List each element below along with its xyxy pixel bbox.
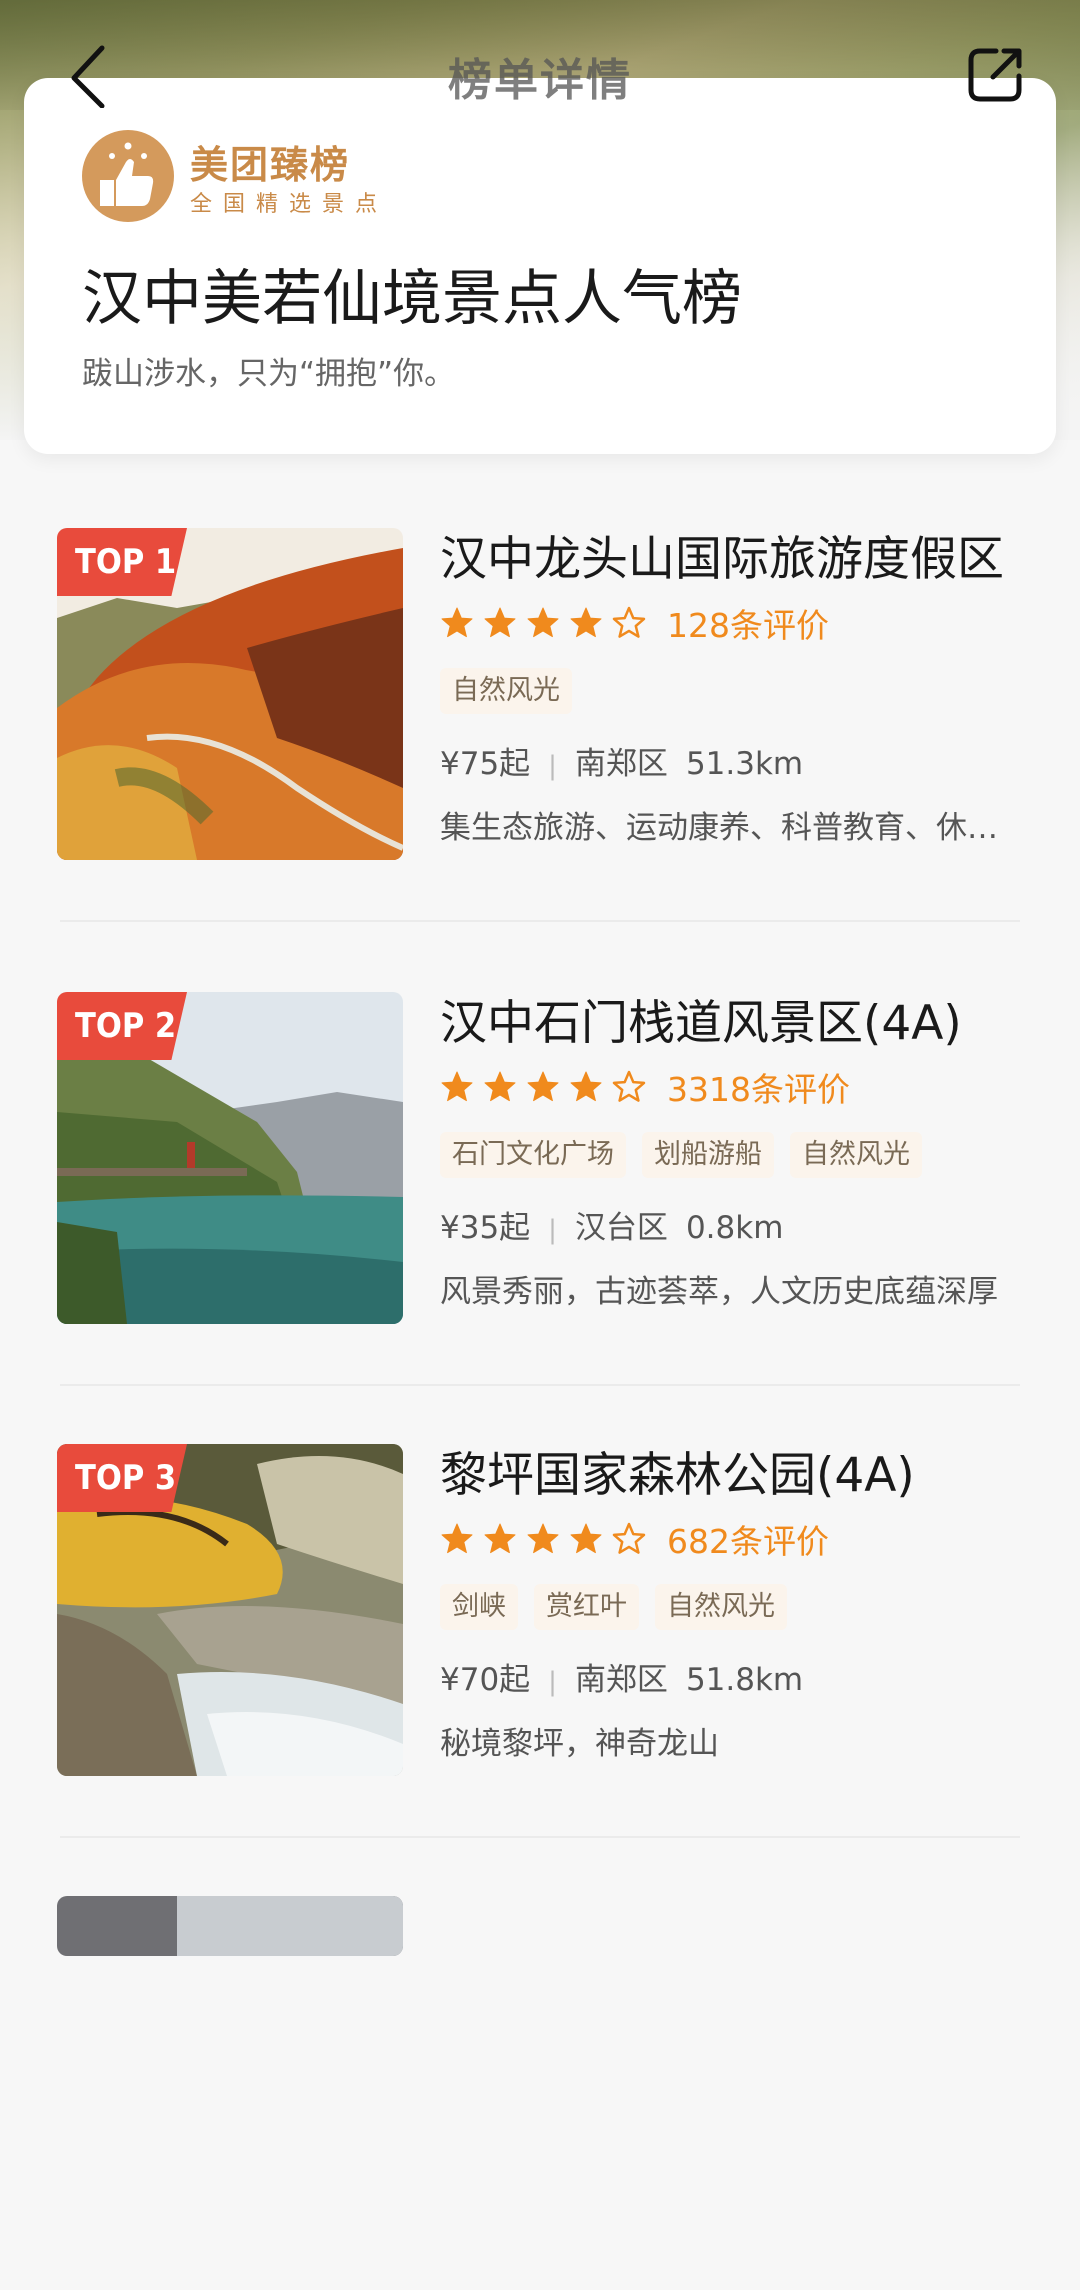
separator: | (548, 1667, 557, 1697)
star-filled-icon (441, 1523, 473, 1554)
tag: 自然风光 (440, 668, 572, 714)
list-item[interactable]: TOP 3 黎坪国家森林公园(4A) 682条评价 剑峡 赏红叶 自然风光 ¥7… (0, 1386, 1080, 1838)
item-info: 黎坪国家森林公园(4A) 682条评价 剑峡 赏红叶 自然风光 ¥70起 | 南郑区… (440, 1444, 1020, 1766)
divider (60, 920, 1020, 922)
description: 风景秀丽，古迹荟萃，人文历史底蕴深厚 (440, 1274, 998, 1310)
price-location-row: ¥70起 | 南郑区 51.8km (440, 1658, 1020, 1702)
price: ¥35起 (440, 1210, 531, 1246)
description: 集生态旅游、运动康养、科普教育、休闲度假于一体 (440, 810, 1012, 846)
share-icon (968, 48, 1022, 102)
list-subtitle: 跋山涉水，只为“拥抱”你。 (82, 356, 456, 392)
district: 南郑区 (574, 746, 668, 782)
price-location-row: ¥75起 | 南郑区 51.3km (440, 742, 1020, 786)
list-item[interactable]: TOP 2 汉中石门栈道风景区(4A) 3318条评价 石门文化广场 划船游船 … (0, 934, 1080, 1386)
share-button[interactable] (966, 46, 1024, 104)
tag-list: 自然风光 (440, 668, 1020, 718)
rating-row: 128条评价 (440, 600, 1020, 646)
review-count: 682条评价 (667, 1522, 829, 1561)
navbar: 榜单详情 (0, 0, 1080, 150)
star-rating (440, 1522, 655, 1556)
item-info: 汉中石门栈道风景区(4A) 3318条评价 石门文化广场 划船游船 自然风光 ¥… (440, 992, 1020, 1314)
scenic-name: 黎坪国家森林公园(4A) (440, 1448, 915, 1503)
rank-badge: TOP 3 (57, 1444, 187, 1512)
list-item[interactable]: TOP 1 汉中龙头山国际旅游度假区 128条评价 自然风光 ¥75起 | 南郑区 5… (0, 470, 1080, 922)
star-filled-icon (484, 1523, 516, 1554)
rating-row: 682条评价 (440, 1516, 1020, 1562)
price: ¥75起 (440, 746, 531, 782)
price-location-row: ¥35起 | 汉台区 0.8km (440, 1206, 1020, 1250)
scenic-name: 汉中石门栈道风景区(4A) (440, 996, 962, 1051)
distance: 0.8km (685, 1210, 784, 1246)
tag-list: 剑峡 赏红叶 自然风光 (440, 1584, 1020, 1634)
tag: 剑峡 (440, 1584, 518, 1630)
tag: 划船游船 (642, 1132, 774, 1178)
item-info: 汉中龙头山国际旅游度假区 128条评价 自然风光 ¥75起 | 南郑区 51.3km … (440, 528, 1020, 850)
star-filled-icon (570, 1523, 602, 1554)
star-filled-icon (527, 1523, 559, 1554)
separator: | (548, 751, 557, 781)
star-empty-icon (612, 606, 646, 638)
star-rating (440, 1070, 655, 1104)
rank-badge: TOP 1 (57, 528, 187, 596)
star-rating (440, 606, 655, 640)
star-filled-icon (570, 1071, 602, 1102)
distance: 51.8km (685, 1662, 804, 1698)
district: 南郑区 (574, 1662, 668, 1698)
review-count: 128条评价 (667, 606, 829, 645)
tag: 赏红叶 (534, 1584, 639, 1630)
star-filled-icon (527, 607, 559, 638)
star-filled-icon (484, 1071, 516, 1102)
district: 汉台区 (574, 1210, 668, 1246)
description: 秘境黎坪，神奇龙山 (440, 1726, 719, 1762)
separator: | (548, 1215, 557, 1245)
tag: 石门文化广场 (440, 1132, 626, 1178)
star-filled-icon (441, 1071, 473, 1102)
list-item[interactable] (0, 1838, 1080, 2290)
scenic-name: 汉中龙头山国际旅游度假区 (440, 532, 1004, 587)
star-empty-icon (612, 1070, 646, 1102)
scenic-photo: TOP 2 (57, 992, 403, 1324)
distance: 51.3km (685, 746, 804, 782)
tag: 自然风光 (790, 1132, 922, 1178)
page-title: 榜单详情 (448, 55, 632, 106)
star-filled-icon (484, 607, 516, 638)
star-empty-icon (612, 1522, 646, 1554)
star-filled-icon (441, 607, 473, 638)
price: ¥70起 (440, 1662, 531, 1698)
tag: 自然风光 (655, 1584, 787, 1630)
scenic-photo: TOP 1 (57, 528, 403, 860)
review-count: 3318条评价 (667, 1070, 850, 1109)
brand-subtitle: 全国精选景点 (190, 192, 389, 217)
rank-badge: TOP 2 (57, 992, 187, 1060)
star-filled-icon (570, 607, 602, 638)
scenic-photo (57, 1896, 403, 1956)
rating-row: 3318条评价 (440, 1064, 1020, 1110)
scenic-photo: TOP 3 (57, 1444, 403, 1776)
list-title: 汉中美若仙境景点人气榜 (82, 264, 742, 334)
tag-list: 石门文化广场 划船游船 自然风光 (440, 1132, 1020, 1182)
star-filled-icon (527, 1071, 559, 1102)
